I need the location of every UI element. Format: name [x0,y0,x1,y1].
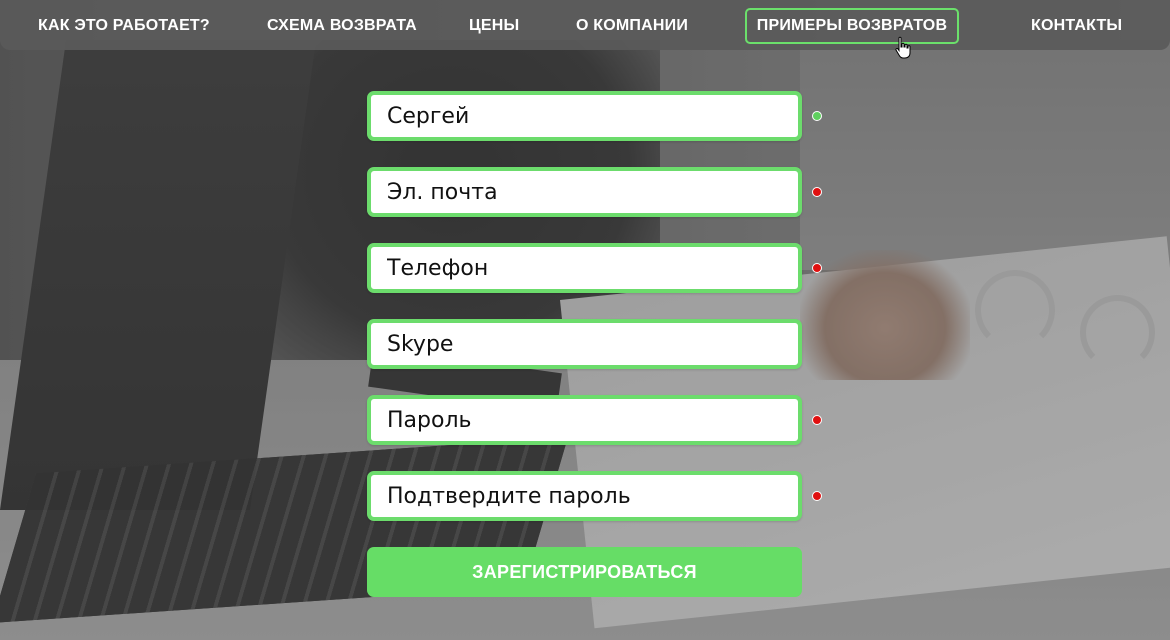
nav-item-return-scheme[interactable]: СХЕМА ВОЗВРАТА [267,8,417,44]
nav-item-how-it-works[interactable]: КАК ЭТО РАБОТАЕТ? [38,8,210,44]
hand-pointer-icon [895,36,911,59]
email-field-wrapper [367,167,802,217]
name-field-wrapper [367,91,802,141]
skype-field-wrapper [367,319,802,369]
password-confirm-field[interactable] [371,475,798,517]
password-confirm-field-wrapper [367,471,802,521]
nav-item-return-examples[interactable]: ПРИМЕРЫ ВОЗВРАТОВ [745,8,959,44]
password-confirm-status-error-icon [812,491,822,501]
phone-field-wrapper [367,243,802,293]
nav-item-contacts[interactable]: КОНТАКТЫ [1031,8,1122,44]
nav-item-about[interactable]: О КОМПАНИИ [576,8,688,44]
register-button[interactable]: ЗАРЕГИСТРИРОВАТЬСЯ [367,547,802,597]
top-navigation: КАК ЭТО РАБОТАЕТ? СХЕМА ВОЗВРАТА ЦЕНЫ О … [0,0,1170,50]
name-field[interactable] [371,95,798,137]
skype-field[interactable] [371,323,798,365]
email-field[interactable] [371,171,798,213]
phone-status-error-icon [812,263,822,273]
password-status-error-icon [812,415,822,425]
password-field[interactable] [371,399,798,441]
password-field-wrapper [367,395,802,445]
nav-item-prices[interactable]: ЦЕНЫ [469,8,519,44]
name-status-valid-icon [812,111,822,121]
phone-field[interactable] [371,247,798,289]
email-status-error-icon [812,187,822,197]
